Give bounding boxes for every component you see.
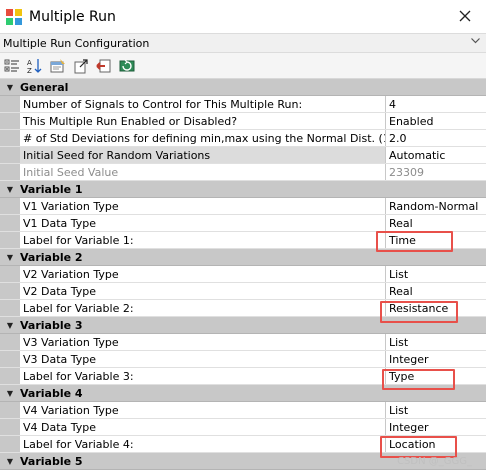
property-name: Initial Seed for Random Variations xyxy=(20,147,386,163)
property-value[interactable]: List xyxy=(386,402,486,418)
property-name: Label for Variable 1: xyxy=(20,232,386,248)
property-value[interactable]: Real xyxy=(386,283,486,299)
property-pages-button[interactable] xyxy=(49,57,67,75)
import-icon xyxy=(96,59,111,72)
property-row[interactable]: V1 Data Type Real xyxy=(0,215,486,232)
property-row[interactable]: V4 Data Type Integer xyxy=(0,419,486,436)
category-label: Variable 2 xyxy=(20,250,83,264)
refresh-icon xyxy=(119,59,135,71)
property-value[interactable]: Resistance xyxy=(386,300,486,316)
property-value: 23309 xyxy=(389,165,424,179)
property-row[interactable]: V2 Variation Type List xyxy=(0,266,486,283)
collapse-icon[interactable]: ▼ xyxy=(0,389,20,398)
toolbar: A Z xyxy=(0,53,486,79)
property-row[interactable]: This Multiple Run Enabled or Disabled? E… xyxy=(0,113,486,130)
property-name: V2 Variation Type xyxy=(20,266,386,282)
property-name: Label for Variable 2: xyxy=(20,300,386,316)
property-row[interactable]: V1 Variation Type Random-Normal xyxy=(0,198,486,215)
close-button[interactable] xyxy=(452,4,478,28)
property-name: Number of Signals to Control for This Mu… xyxy=(20,96,386,112)
property-value[interactable]: Enabled xyxy=(386,113,486,129)
sort-alpha-button[interactable]: A Z xyxy=(26,57,44,75)
property-value[interactable]: Random-Normal xyxy=(386,198,486,214)
property-row[interactable]: Initial Seed for Random Variations Autom… xyxy=(0,147,486,164)
property-row[interactable]: Label for Variable 1: Time xyxy=(0,232,486,249)
property-value[interactable]: Location xyxy=(386,436,486,452)
category-general[interactable]: ▼ General xyxy=(0,79,486,96)
property-value[interactable]: Integer xyxy=(386,351,486,367)
property-name: # of Std Deviations for defining min,max… xyxy=(20,130,386,146)
property-name: This Multiple Run Enabled or Disabled? xyxy=(20,113,386,129)
property-value[interactable]: Time xyxy=(386,232,486,248)
app-icon xyxy=(6,8,22,25)
property-name: V3 Variation Type xyxy=(20,334,386,350)
property-value[interactable]: Automatic xyxy=(386,147,486,163)
property-value[interactable]: Integer xyxy=(386,419,486,435)
property-name: Label for Variable 4: xyxy=(20,436,386,452)
property-row[interactable]: V2 Data Type Real xyxy=(0,283,486,300)
close-icon xyxy=(459,10,471,22)
property-row[interactable]: # of Std Deviations for defining min,max… xyxy=(0,130,486,147)
category-label: Variable 1 xyxy=(20,182,83,196)
property-row[interactable]: Label for Variable 2: Resistance xyxy=(0,300,486,317)
category-label: Variable 5 xyxy=(20,454,83,468)
category-label: Variable 4 xyxy=(20,386,83,400)
property-value[interactable]: Real xyxy=(386,215,486,231)
svg-text:Z: Z xyxy=(27,67,32,74)
property-pages-icon xyxy=(50,58,65,72)
export-button[interactable] xyxy=(72,57,90,75)
property-row[interactable]: Number of Signals to Control for This Mu… xyxy=(0,96,486,113)
property-name: V2 Data Type xyxy=(20,283,386,299)
property-name: Initial Seed Value xyxy=(20,164,386,180)
property-name: V1 Variation Type xyxy=(20,198,386,214)
categorized-icon xyxy=(4,59,19,71)
config-label: Multiple Run Configuration xyxy=(3,36,150,50)
title-bar: Multiple Run xyxy=(0,0,486,33)
collapse-icon[interactable]: ▼ xyxy=(0,253,20,262)
property-name: V4 Data Type xyxy=(20,419,386,435)
svg-text:A: A xyxy=(27,59,32,67)
property-name: V1 Data Type xyxy=(20,215,386,231)
category-variable-4[interactable]: ▼ Variable 4 xyxy=(0,385,486,402)
chevron-down-icon xyxy=(471,36,480,47)
collapse-icon[interactable]: ▼ xyxy=(0,185,20,194)
refresh-button[interactable] xyxy=(118,57,136,75)
collapse-icon[interactable]: ▼ xyxy=(0,83,20,92)
property-row[interactable]: Label for Variable 3: Type xyxy=(0,368,486,385)
category-variable-1[interactable]: ▼ Variable 1 xyxy=(0,181,486,198)
property-value[interactable]: List xyxy=(386,266,486,282)
property-name: Label for Variable 3: xyxy=(20,368,386,384)
category-variable-2[interactable]: ▼ Variable 2 xyxy=(0,249,486,266)
config-dropdown[interactable]: Multiple Run Configuration xyxy=(0,33,486,53)
property-name: V3 Data Type xyxy=(20,351,386,367)
property-value[interactable]: 2.0 xyxy=(386,130,486,146)
property-row[interactable]: V3 Variation Type List xyxy=(0,334,486,351)
window-title: Multiple Run xyxy=(29,8,116,25)
category-label: General xyxy=(20,80,69,94)
property-value[interactable]: Type xyxy=(386,368,486,384)
watermark: CSDN @_GGG_ xyxy=(397,456,472,467)
category-label: Variable 3 xyxy=(20,318,83,332)
export-icon xyxy=(74,58,88,73)
property-row[interactable]: Label for Variable 4: Location xyxy=(0,436,486,453)
collapse-icon[interactable]: ▼ xyxy=(0,457,20,466)
property-grid: ▼ General Number of Signals to Control f… xyxy=(0,79,486,470)
property-value[interactable]: List xyxy=(386,334,486,350)
collapse-icon[interactable]: ▼ xyxy=(0,321,20,330)
property-value[interactable]: 4 xyxy=(386,96,486,112)
property-row[interactable]: V3 Data Type Integer xyxy=(0,351,486,368)
import-button[interactable] xyxy=(95,57,113,75)
property-name: V4 Variation Type xyxy=(20,402,386,418)
property-row[interactable]: V4 Variation Type List xyxy=(0,402,486,419)
sort-alpha-icon: A Z xyxy=(27,58,42,74)
category-variable-3[interactable]: ▼ Variable 3 xyxy=(0,317,486,334)
property-row: Initial Seed Value 23309 xyxy=(0,164,486,181)
categorized-button[interactable] xyxy=(3,57,21,75)
